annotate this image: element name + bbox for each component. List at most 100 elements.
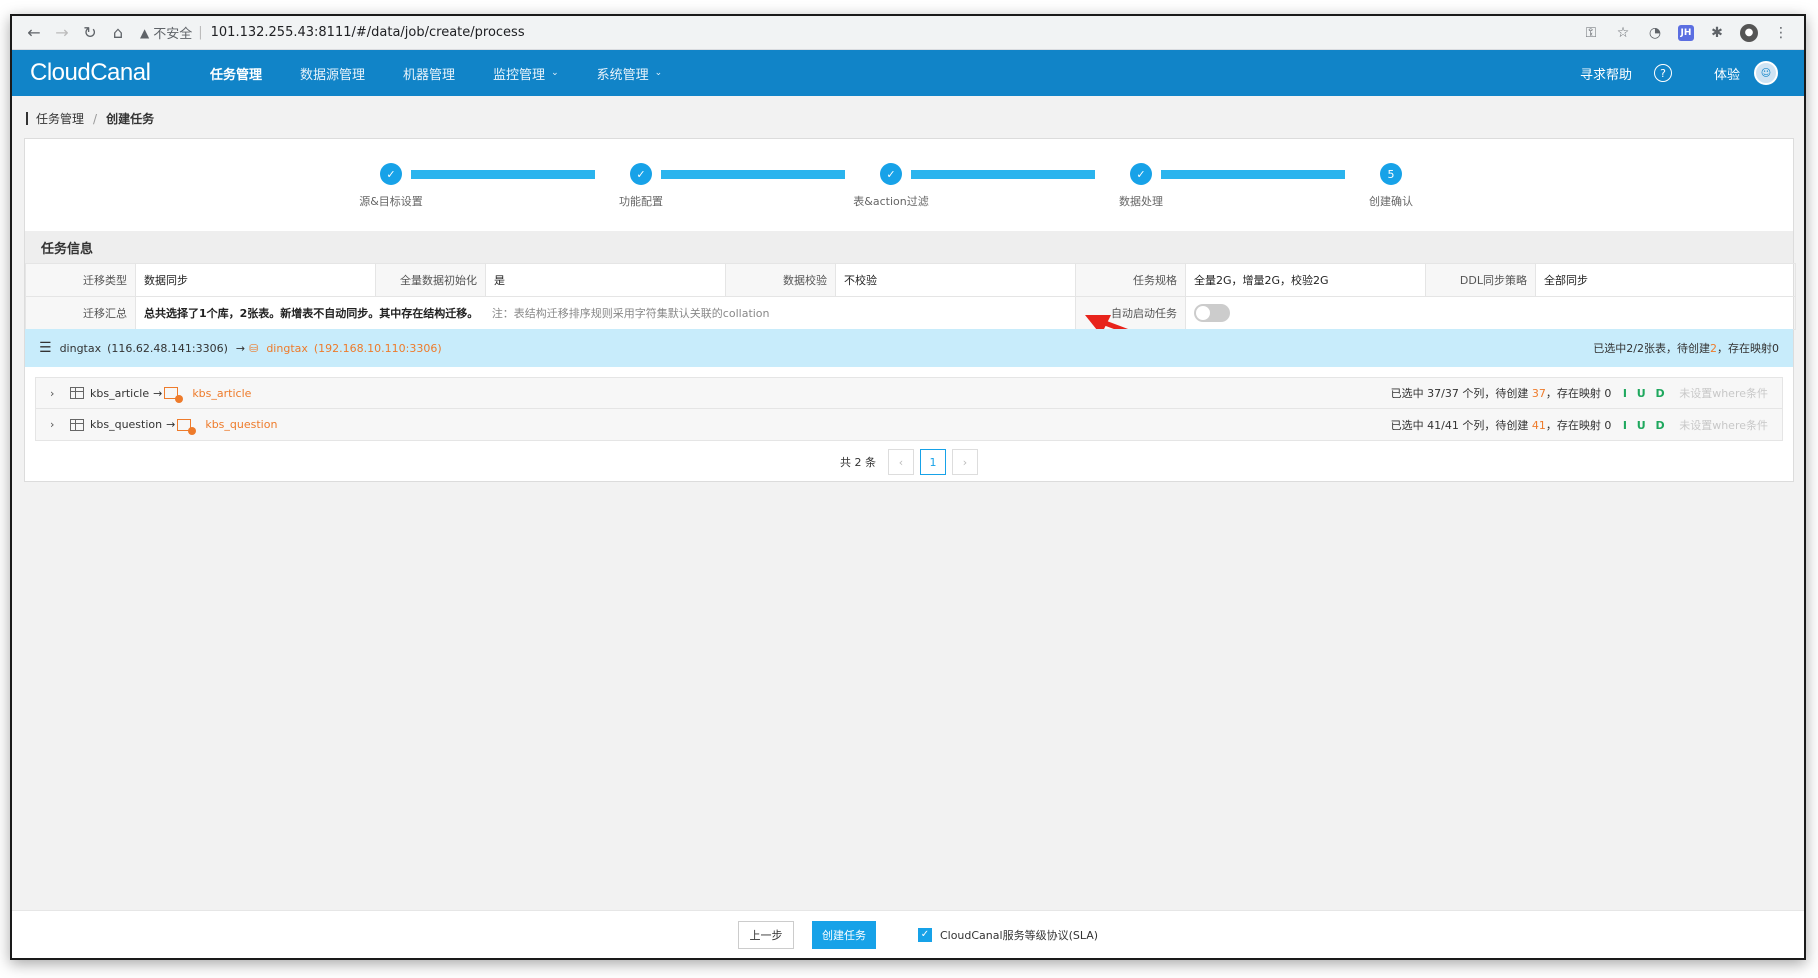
check-icon: ✓ <box>630 163 652 185</box>
menu-item-task[interactable]: 任务管理 <box>210 64 262 83</box>
warning-icon: ▲ <box>140 25 150 40</box>
create-task-button[interactable]: 创建任务 <box>811 920 876 949</box>
reload-icon[interactable]: ↻ <box>76 19 104 47</box>
auto-start-toggle[interactable] <box>1194 304 1230 322</box>
target-table: kbs_article <box>192 386 252 400</box>
db-summary-prefix: 已选中2/2张表，待创建 <box>1593 342 1710 355</box>
table-row[interactable]: › kbs_article → kbs_article 已选中 37/37 个列… <box>36 378 1782 409</box>
table-row[interactable]: › kbs_question → kbs_question 已选中 41/41 … <box>36 409 1782 440</box>
menu-item-system[interactable]: 系统管理 ⌄ <box>597 64 663 83</box>
help-link[interactable]: 寻求帮助 <box>1580 64 1632 83</box>
table-selected: 已选中 37/37 个列，待创建 <box>1390 387 1529 400</box>
check-icon: ✓ <box>380 163 402 185</box>
db-mapping-row[interactable]: ☰ dingtax (116.62.48.141:3306) → ⛁ dingt… <box>25 329 1793 367</box>
check-icon: ✓ <box>880 163 902 185</box>
checkbox-checked-icon[interactable]: ✓ <box>917 927 932 942</box>
profile-icon[interactable]: ● <box>1740 23 1758 42</box>
info-value: 不校验 <box>835 263 1076 297</box>
iud-actions[interactable]: I U D <box>1623 419 1668 432</box>
footer-bar: 上一步 创建任务 ✓ CloudCanal服务等级协议(SLA) <box>12 910 1804 958</box>
table-mapped: ，存在映射 0 <box>1545 387 1612 400</box>
task-info-table: 迁移类型 数据同步 全量数据初始化 是 数据校验 不校验 任务规格 全量2G，增… <box>25 263 1796 330</box>
logo[interactable]: CloudCanal <box>30 59 172 87</box>
info-key: 全量数据初始化 <box>375 263 486 297</box>
puzzle-icon[interactable]: ✱ <box>1708 24 1726 42</box>
info-value: 数据同步 <box>135 263 376 297</box>
step-number: 5 <box>1380 163 1402 185</box>
question-icon[interactable]: ? <box>1653 64 1672 82</box>
url-separator: | <box>198 25 203 40</box>
back-icon[interactable]: ← <box>20 19 48 47</box>
jh-extension-icon[interactable]: JH <box>1678 24 1694 41</box>
info-key: DDL同步策略 <box>1425 263 1536 297</box>
auto-start-cell <box>1185 296 1796 330</box>
step-function-config: ✓ 功能配置 <box>581 163 701 209</box>
menu-item-monitor[interactable]: 监控管理 ⌄ <box>493 64 559 83</box>
source-db-addr: (116.62.48.141:3306) <box>107 341 228 355</box>
breadcrumb-bar <box>26 112 28 125</box>
iud-actions[interactable]: I U D <box>1623 387 1668 400</box>
extension-badge-icon[interactable]: ◔ <box>1646 24 1664 42</box>
step-label: 创建确认 <box>1369 195 1413 208</box>
source-db-name: dingtax <box>59 341 102 355</box>
avatar[interactable]: ☺ <box>1754 61 1778 85</box>
toggle-knob <box>1196 306 1210 320</box>
prev-page-button[interactable]: ‹ <box>888 449 914 475</box>
steps-progress: ✓ 源&目标设置 ✓ 功能配置 ✓ 表&action过滤 ✓ 数据处理 5 创建… <box>25 139 1793 231</box>
info-key: 迁移汇总 <box>25 296 136 330</box>
address-bar[interactable]: ▲ 不安全 | 101.132.255.43:8111/#/data/job/c… <box>140 20 1582 46</box>
key-icon[interactable]: ⚿ <box>1582 24 1600 42</box>
chevron-right-icon[interactable]: › <box>50 418 70 431</box>
arrow-right-icon: → <box>153 386 163 400</box>
info-key: 迁移类型 <box>25 263 136 297</box>
sla-label[interactable]: CloudCanal服务等级协议(SLA) <box>940 927 1098 943</box>
summary-cell: 总共选择了1个库，2张表。新增表不自动同步。其中存在结构迁移。 注：表结构迁移排… <box>135 296 1076 330</box>
home-icon[interactable]: ⌂ <box>104 19 132 47</box>
arrow-right-icon: → <box>166 418 176 431</box>
info-row: 迁移类型 数据同步 全量数据初始化 是 数据校验 不校验 任务规格 全量2G，增… <box>25 263 1796 297</box>
sla-agreement[interactable]: ✓ CloudCanal服务等级协议(SLA) <box>917 927 1098 943</box>
url-text[interactable]: 101.132.255.43:8111/#/data/job/create/pr… <box>211 25 525 40</box>
step-label: 数据处理 <box>1119 195 1163 208</box>
where-condition[interactable]: 未设置where条件 <box>1679 419 1768 432</box>
target-table-icon <box>164 387 184 403</box>
info-value: 全量2G，增量2G，校验2G <box>1185 263 1426 297</box>
menu-item-label: 监控管理 <box>493 67 546 83</box>
main-menu: 任务管理 数据源管理 机器管理 监控管理 ⌄ 系统管理 ⌄ <box>172 64 662 83</box>
page-button[interactable]: 1 <box>920 449 946 475</box>
db-summary-create: 2 <box>1710 342 1717 355</box>
step-label: 表&action过滤 <box>853 195 929 208</box>
prev-step-button[interactable]: 上一步 <box>737 920 794 949</box>
table-list: › kbs_article → kbs_article 已选中 37/37 个列… <box>35 377 1783 441</box>
chevron-right-icon[interactable]: › <box>50 387 70 400</box>
target-db-icon: ⛁ <box>249 341 259 355</box>
table-mapped: ，存在映射 0 <box>1545 418 1612 432</box>
menu-item-machine[interactable]: 机器管理 <box>403 64 455 83</box>
info-row: 迁移汇总 总共选择了1个库，2张表。新增表不自动同步。其中存在结构迁移。 注：表… <box>25 296 1796 330</box>
menu-item-datasource[interactable]: 数据源管理 <box>300 64 365 83</box>
more-icon[interactable]: ⋮ <box>1772 24 1790 42</box>
menu-item-label: 系统管理 <box>596 67 649 83</box>
source-table: kbs_question <box>90 418 163 431</box>
check-icon: ✓ <box>1130 163 1152 185</box>
table-summary: 已选中 37/37 个列，待创建 37，存在映射 0 I U D 未设置wher… <box>1391 385 1768 401</box>
next-page-button[interactable]: › <box>952 449 978 475</box>
db-summary-suffix: ，存在映射0 <box>1717 342 1779 355</box>
pager-total: 共 2 条 <box>840 456 876 469</box>
summary-text: 总共选择了1个库，2张表。新增表不自动同步。其中存在结构迁移。 <box>144 307 479 320</box>
table-selected: 已选中 41/41 个列，待创建 <box>1390 418 1529 432</box>
pagination: 共 2 条 ‹ 1 › <box>25 449 1793 475</box>
section-title: 任务信息 <box>25 231 1793 263</box>
table-icon <box>70 387 84 399</box>
table-create-count: 37 <box>1531 387 1546 400</box>
star-icon[interactable]: ☆ <box>1614 24 1632 42</box>
arrow-right-icon: → <box>235 341 246 355</box>
where-condition[interactable]: 未设置where条件 <box>1679 387 1768 400</box>
user-name[interactable]: 体验 <box>1714 64 1740 83</box>
insecure-label: 不安全 <box>153 27 193 42</box>
step-data-process: ✓ 数据处理 <box>1081 163 1201 209</box>
breadcrumb-separator: / <box>93 111 98 126</box>
info-value: 是 <box>485 263 726 297</box>
forward-icon[interactable]: → <box>48 19 76 47</box>
breadcrumb-parent[interactable]: 任务管理 <box>36 110 84 127</box>
